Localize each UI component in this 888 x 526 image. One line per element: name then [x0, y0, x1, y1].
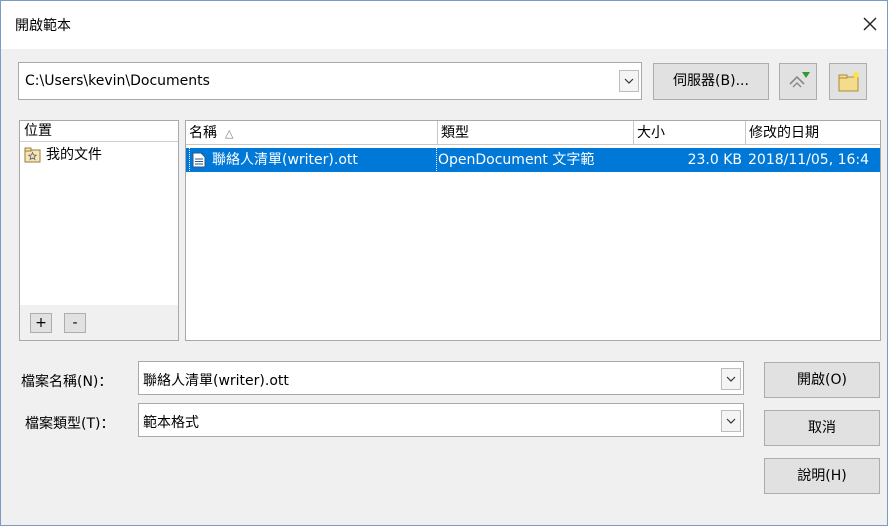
- filename-label: 檔案名稱(N)：: [21, 374, 113, 390]
- remove-place-button[interactable]: -: [64, 313, 86, 333]
- column-header-size[interactable]: 大小: [634, 121, 746, 145]
- file-list[interactable]: 名稱 △ 類型 大小 修改的日期 聯絡人清單(writer).ott OpenDo…: [185, 120, 881, 341]
- filename-combobox[interactable]: 聯絡人清單(writer).ott: [138, 361, 744, 395]
- open-button[interactable]: 開啟(O): [764, 362, 880, 398]
- open-template-dialog: 開啟範本 C:\Users\kevin\Documents 伺服器(B)...: [0, 0, 888, 526]
- title-bar: 開啟範本: [1, 1, 887, 49]
- document-icon: [192, 152, 206, 168]
- close-icon: [863, 17, 877, 31]
- sort-ascending-icon: △: [225, 127, 234, 140]
- new-folder-icon: [838, 72, 859, 92]
- column-header-name-label: 名稱: [189, 125, 217, 141]
- file-name-cell: 聯絡人清單(writer).ott: [189, 147, 437, 173]
- filetype-select[interactable]: 範本格式: [143, 412, 199, 432]
- file-name: 聯絡人清單(writer).ott: [212, 152, 358, 168]
- file-date: 2018/11/05, 16:4: [748, 152, 870, 168]
- places-footer: + -: [20, 305, 178, 340]
- column-header-name[interactable]: 名稱 △: [186, 121, 438, 145]
- path-input[interactable]: C:\Users\kevin\Documents: [25, 73, 210, 89]
- new-folder-button[interactable]: [829, 63, 867, 100]
- path-dropdown-button[interactable]: [619, 70, 639, 92]
- add-place-button[interactable]: +: [30, 313, 52, 333]
- filetype-dropdown-button[interactable]: [721, 410, 741, 432]
- chevron-down-icon: [726, 376, 736, 382]
- file-size: 23.0 KB: [687, 152, 742, 168]
- filename-dropdown-button[interactable]: [721, 368, 741, 390]
- file-type: OpenDocument 文字範: [438, 152, 595, 168]
- dialog-title: 開啟範本: [15, 18, 71, 34]
- filetype-label: 檔案類型(T)：: [25, 416, 115, 432]
- file-row-selected[interactable]: 聯絡人清單(writer).ott OpenDocument 文字範 23.0 …: [186, 147, 880, 173]
- help-button[interactable]: 說明(H): [764, 458, 880, 494]
- place-item-label: 我的文件: [46, 147, 102, 163]
- server-button[interactable]: 伺服器(B)...: [653, 63, 769, 100]
- chevron-down-icon: [624, 78, 634, 84]
- filetype-combobox[interactable]: 範本格式: [138, 403, 744, 437]
- chevron-down-icon: [726, 418, 736, 424]
- column-header-type[interactable]: 類型: [438, 121, 634, 145]
- star-folder-icon: [24, 147, 41, 163]
- places-header: 位置: [20, 121, 178, 142]
- up-level-icon: [789, 72, 810, 88]
- places-panel: 位置 我的文件 + -: [19, 120, 179, 341]
- close-button[interactable]: [859, 13, 881, 35]
- filename-input[interactable]: 聯絡人清單(writer).ott: [143, 370, 289, 390]
- cancel-button[interactable]: 取消: [764, 410, 880, 446]
- up-one-level-button[interactable]: [779, 63, 817, 100]
- column-header-date[interactable]: 修改的日期: [746, 121, 880, 145]
- path-combobox[interactable]: C:\Users\kevin\Documents: [18, 62, 642, 100]
